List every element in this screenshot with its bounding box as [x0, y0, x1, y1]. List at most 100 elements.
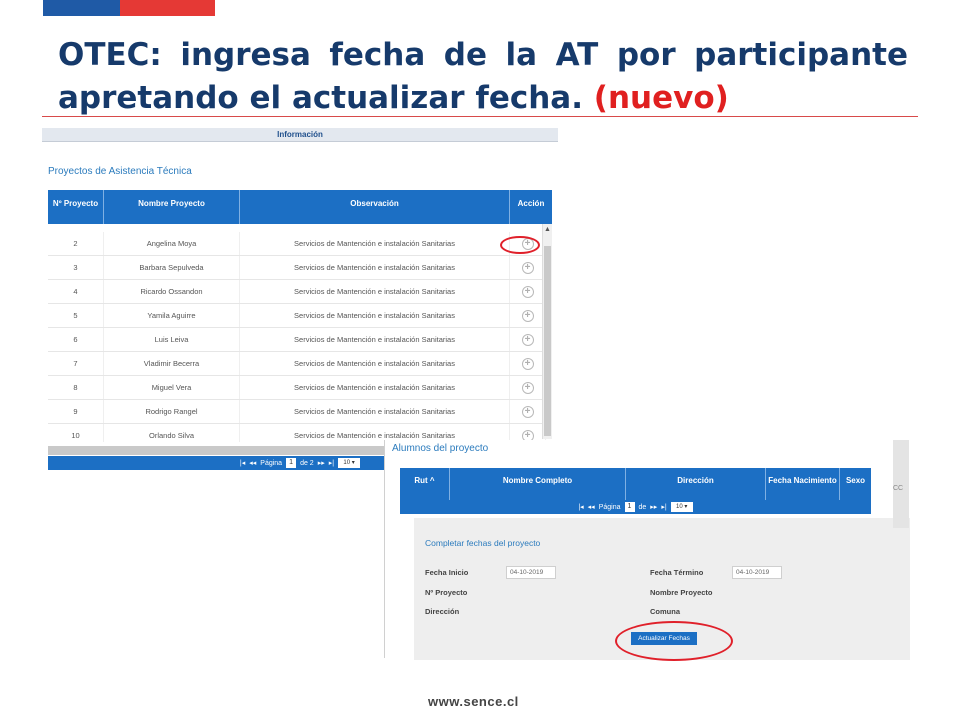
last-page-icon[interactable]: ▸| — [661, 503, 666, 511]
next-page-icon[interactable]: ▸▸ — [318, 459, 325, 467]
cell-nro: 2 — [48, 232, 104, 255]
table-row[interactable]: 3 Barbara Sepulveda Servicios de Mantenc… — [48, 256, 552, 280]
table-row[interactable]: 6 Luis Leiva Servicios de Mantención e i… — [48, 328, 552, 352]
slide-title-main: OTEC: ingresa fecha de la AT por partici… — [58, 37, 908, 116]
cell-obs: Servicios de Mantención e instalación Sa… — [240, 256, 510, 279]
table-row[interactable]: 9 Rodrigo Rangel Servicios de Mantención… — [48, 400, 552, 424]
cell-obs: Servicios de Mantención e instalación Sa… — [240, 304, 510, 327]
table-row[interactable]: 4 Ricardo Ossandon Servicios de Mantenci… — [48, 280, 552, 304]
cell-nro: 6 — [48, 328, 104, 351]
cell-name: Orlando Silva — [104, 424, 240, 442]
fecha-termino-field[interactable]: 04-10-2019 — [732, 566, 782, 579]
highlight-circle-action — [500, 236, 540, 254]
add-action-button[interactable]: + — [510, 256, 546, 279]
page-size-select[interactable]: 10 ▾ — [338, 458, 361, 468]
next-page-icon[interactable]: ▸▸ — [650, 503, 657, 511]
projects-grid-header: Nº Proyecto Nombre Proyecto Observación … — [48, 190, 552, 224]
cell-name: Miguel Vera — [104, 376, 240, 399]
col-header-rut[interactable]: Rut ^ — [400, 468, 450, 500]
direccion-label: Dirección — [425, 607, 460, 616]
scroll-up-arrow-icon[interactable]: ▲ — [544, 226, 551, 233]
prev-page-icon[interactable]: ◂◂ — [588, 503, 595, 511]
cell-name: Angelina Moya — [104, 232, 240, 255]
first-page-icon[interactable]: |◂ — [578, 503, 583, 511]
plus-circle-icon[interactable]: + — [521, 357, 534, 370]
gutter-text: CC — [893, 485, 904, 492]
cell-obs: Servicios de Mantención e instalación Sa… — [240, 232, 510, 255]
cell-nro: 8 — [48, 376, 104, 399]
plus-circle-icon[interactable]: + — [521, 261, 534, 274]
last-page-icon[interactable]: ▸| — [329, 459, 334, 467]
scroll-thumb[interactable] — [544, 246, 551, 436]
cell-obs: Servicios de Mantención e instalación Sa… — [240, 280, 510, 303]
students-grid-header: Rut ^ Nombre Completo Dirección Fecha Na… — [400, 468, 871, 500]
cell-obs: Servicios de Mantención e instalación Sa… — [240, 400, 510, 423]
page-number-input[interactable]: 1 — [624, 502, 635, 512]
col-header-observacion[interactable]: Observación — [240, 190, 510, 224]
plus-circle-icon[interactable]: + — [521, 309, 534, 322]
add-action-button[interactable]: + — [510, 328, 546, 351]
add-action-button[interactable]: + — [510, 280, 546, 303]
comuna-label: Comuna — [650, 607, 680, 616]
col-header-direccion[interactable]: Dirección — [626, 468, 766, 500]
students-section-title: Alumnos del proyecto — [392, 443, 489, 454]
col-header-nombre-proyecto[interactable]: Nombre Proyecto — [104, 190, 240, 224]
plus-circle-icon[interactable]: + — [521, 333, 534, 346]
col-header-nombre-completo[interactable]: Nombre Completo — [450, 468, 626, 500]
col-header-nro-proyecto[interactable]: Nº Proyecto — [48, 190, 104, 224]
cell-nro: 9 — [48, 400, 104, 423]
first-page-icon[interactable]: |◂ — [240, 459, 245, 467]
fecha-termino-label: Fecha Término — [650, 568, 704, 577]
flag-blue-stripe — [43, 0, 120, 16]
students-pager: |◂ ◂◂ Página 1 de ▸▸ ▸| 10 ▾ — [400, 500, 871, 514]
add-action-button[interactable]: + — [510, 400, 546, 423]
plus-circle-icon[interactable]: + — [521, 285, 534, 298]
form-title: Completar fechas del proyecto — [425, 538, 541, 548]
table-row[interactable]: 8 Miguel Vera Servicios de Mantención e … — [48, 376, 552, 400]
nombre-proyecto-label: Nombre Proyecto — [650, 588, 713, 597]
cell-name: Yamila Aguirre — [104, 304, 240, 327]
panel-edge — [384, 440, 385, 658]
page-number-input[interactable]: 1 — [286, 458, 297, 468]
cell-nro: 3 — [48, 256, 104, 279]
projects-panel: Información Proyectos de Asistencia Técn… — [42, 128, 558, 473]
add-action-button[interactable]: + — [510, 352, 546, 375]
table-row[interactable]: 2 Angelina Moya Servicios de Mantención … — [48, 232, 552, 256]
nro-proyecto-label: Nº Proyecto — [425, 588, 468, 597]
cell-nro: 7 — [48, 352, 104, 375]
cell-name: Vladimir Becerra — [104, 352, 240, 375]
cell-nro: 4 — [48, 280, 104, 303]
slide-title: OTEC: ingresa fecha de la AT por partici… — [58, 34, 908, 120]
title-underline — [42, 116, 918, 117]
page-size-select[interactable]: 10 ▾ — [670, 502, 693, 512]
pager-of: de — [638, 503, 647, 511]
plus-circle-icon[interactable]: + — [521, 381, 534, 394]
fecha-inicio-field[interactable]: 04-10-2019 — [506, 566, 556, 579]
col-header-accion[interactable]: Acción — [510, 190, 552, 224]
footer-url[interactable]: www.sence.cl — [428, 694, 519, 709]
cell-obs: Servicios de Mantención e instalación Sa… — [240, 328, 510, 351]
add-action-button[interactable]: + — [510, 304, 546, 327]
flag-red-stripe — [120, 0, 215, 16]
projects-grid-body: 2 Angelina Moya Servicios de Mantención … — [48, 224, 552, 442]
prev-page-icon[interactable]: ◂◂ — [249, 459, 256, 467]
highlight-circle-button — [615, 621, 733, 661]
cell-name: Rodrigo Rangel — [104, 400, 240, 423]
cell-name: Ricardo Ossandon — [104, 280, 240, 303]
info-bar[interactable]: Información — [42, 128, 558, 142]
pager-label: Página — [260, 459, 283, 467]
cell-name: Luis Leiva — [104, 328, 240, 351]
table-row[interactable]: 5 Yamila Aguirre Servicios de Mantención… — [48, 304, 552, 328]
right-gutter: CC — [893, 440, 909, 528]
fecha-inicio-label: Fecha Inicio — [425, 568, 469, 577]
cell-nro: 10 — [48, 424, 104, 442]
cell-name: Barbara Sepulveda — [104, 256, 240, 279]
col-header-sexo[interactable]: Sexo — [840, 468, 871, 500]
pager-label: Página — [598, 503, 621, 511]
plus-circle-icon[interactable]: + — [521, 405, 534, 418]
add-action-button[interactable]: + — [510, 376, 546, 399]
col-header-fecha-nacimiento[interactable]: Fecha Nacimiento — [766, 468, 840, 500]
table-row[interactable]: 7 Vladimir Becerra Servicios de Mantenci… — [48, 352, 552, 376]
cell-obs: Servicios de Mantención e instalación Sa… — [240, 352, 510, 375]
projects-vertical-scrollbar[interactable]: ▲ — [542, 224, 552, 439]
